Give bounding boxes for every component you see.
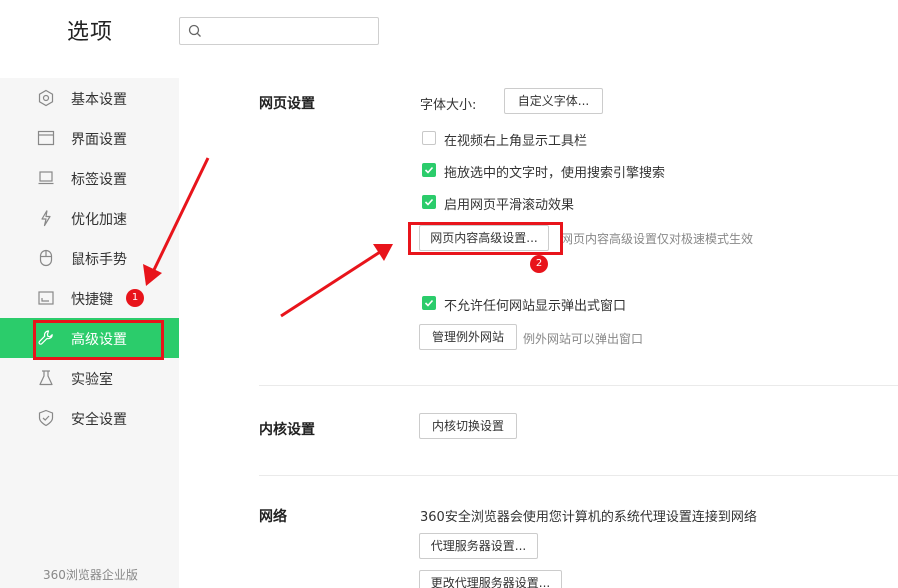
sidebar-item-shortcuts[interactable]: 快捷键 — [0, 278, 179, 318]
manage-exceptions-hint: 例外网站可以弹出窗口 — [523, 332, 644, 346]
check-icon — [424, 198, 434, 206]
divider — [259, 475, 898, 476]
sidebar-item-interface[interactable]: 界面设置 — [0, 118, 179, 158]
divider — [259, 385, 898, 386]
mouse-icon — [39, 249, 53, 267]
check-icon — [424, 299, 434, 307]
checkbox-box[interactable] — [422, 195, 436, 209]
sidebar-item-label: 基本设置 — [71, 92, 127, 108]
search-input[interactable] — [179, 17, 379, 45]
section-title-network: 网络 — [259, 509, 287, 525]
gear-icon — [38, 89, 54, 107]
section-title-kernel: 内核设置 — [259, 422, 315, 438]
checkbox-label: 启用网页平滑滚动效果 — [444, 198, 575, 213]
sidebar-item-label: 标签设置 — [71, 172, 127, 188]
sidebar-item-label: 安全设置 — [71, 412, 127, 428]
advanced-content-hint: 网页内容高级设置仅对极速模式生效 — [561, 232, 754, 246]
sidebar-item-label: 快捷键 — [71, 292, 113, 308]
sidebar-item-label: 鼠标手势 — [71, 252, 127, 268]
page-title: 选项 — [67, 20, 114, 45]
flask-icon — [39, 370, 53, 386]
sidebar-item-lab[interactable]: 实验室 — [0, 358, 179, 398]
sidebar-item-basic[interactable]: 基本设置 — [0, 78, 179, 118]
sidebar-item-mouse-gestures[interactable]: 鼠标手势 — [0, 238, 179, 278]
checkbox-label: 在视频右上角显示工具栏 — [444, 134, 588, 149]
custom-font-button[interactable]: 自定义字体... — [504, 88, 603, 114]
sidebar-item-label: 实验室 — [71, 372, 113, 388]
search-icon — [188, 24, 201, 37]
proxy-settings-button[interactable]: 代理服务器设置... — [419, 533, 538, 559]
highlight-box-advanced — [33, 320, 164, 360]
sidebar-item-tabs[interactable]: 标签设置 — [0, 158, 179, 198]
window-icon — [37, 130, 55, 146]
header: 选项 — [0, 0, 898, 60]
step-badge-2: 2 — [530, 255, 548, 273]
sidebar-item-label: 优化加速 — [71, 212, 127, 228]
step-badge-1: 1 — [126, 289, 144, 307]
tab-icon — [38, 171, 54, 185]
sidebar-item-label: 界面设置 — [71, 132, 127, 148]
manage-exceptions-button[interactable]: 管理例外网站 — [419, 324, 517, 350]
keyboard-icon — [38, 291, 54, 305]
kernel-switch-button[interactable]: 内核切换设置 — [419, 413, 517, 439]
arrow-to-advanced-content — [280, 244, 393, 318]
shield-icon — [38, 409, 54, 427]
section-title-webpage: 网页设置 — [259, 96, 315, 112]
checkbox-box[interactable] — [422, 131, 436, 145]
change-proxy-button[interactable]: 更改代理服务器设置... — [419, 570, 562, 588]
edition-label: 360浏览器企业版 — [43, 568, 138, 582]
highlight-box-advanced-content — [408, 222, 563, 255]
checkbox-label: 不允许任何网站显示弹出式窗口 — [444, 299, 627, 314]
check-icon — [424, 166, 434, 174]
network-description: 360安全浏览器会使用您计算机的系统代理设置连接到网络 — [420, 510, 757, 525]
sidebar-item-security[interactable]: 安全设置 — [0, 398, 179, 438]
font-size-label: 字体大小: — [420, 98, 477, 113]
checkbox-label: 拖放选中的文字时，使用搜索引擎搜索 — [444, 166, 666, 181]
checkbox-box[interactable] — [422, 163, 436, 177]
checkbox-box[interactable] — [422, 296, 436, 310]
lightning-icon — [41, 210, 51, 227]
sidebar-item-optimize[interactable]: 优化加速 — [0, 198, 179, 238]
